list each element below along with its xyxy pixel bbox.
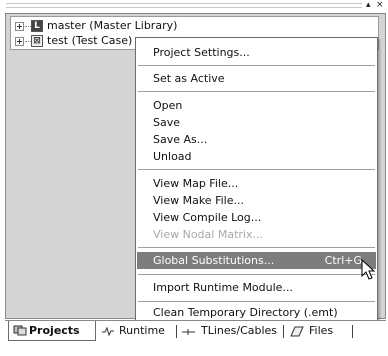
tab-files[interactable]: Files xyxy=(290,321,333,341)
menu-separator xyxy=(138,301,375,302)
library-icon: L xyxy=(31,20,43,32)
files-icon xyxy=(290,326,304,336)
expand-icon[interactable] xyxy=(15,22,24,31)
menu-item-global-substitutions[interactable]: Global Substitutions... Ctrl+G xyxy=(137,252,376,269)
menu-item-save-as[interactable]: Save As... xyxy=(137,131,376,148)
tab-label: Files xyxy=(309,324,334,337)
drag-grip[interactable] xyxy=(6,3,362,8)
menu-item-import-runtime-module[interactable]: Import Runtime Module... xyxy=(137,279,376,296)
tab-runtime[interactable]: Runtime xyxy=(101,321,165,341)
tree-item-label: master (Master Library) xyxy=(47,19,178,32)
menu-item-label: Global Substitutions... xyxy=(153,254,275,267)
tab-tlines-cables[interactable]: TLines/Cables xyxy=(182,321,277,341)
menu-item-clean-temporary-directory[interactable]: Clean Temporary Directory (.emt) xyxy=(137,304,376,321)
runtime-icon xyxy=(102,326,114,336)
panel-titlebar: ▴ × xyxy=(0,0,388,12)
menu-item-view-nodal-matrix: View Nodal Matrix... xyxy=(153,228,263,241)
menu-item-save[interactable]: Save xyxy=(137,114,376,131)
menu-item-view-map-file[interactable]: View Map File... xyxy=(137,175,376,192)
menu-item-shortcut: Ctrl+G xyxy=(324,254,362,267)
context-menu: Project Settings... Set as Active Open S… xyxy=(135,37,378,322)
menu-separator xyxy=(138,65,375,66)
tab-label: Runtime xyxy=(119,324,165,337)
menu-item-set-as-active[interactable]: Set as Active xyxy=(137,70,376,87)
menu-item-view-compile-log[interactable]: View Compile Log... xyxy=(137,209,376,226)
menu-item-open[interactable]: Open xyxy=(137,97,376,114)
tlines-icon xyxy=(182,328,195,335)
tree-item-label: test (Test Case) xyxy=(47,34,133,47)
menu-item-unload[interactable]: Unload xyxy=(137,148,376,165)
close-icon[interactable]: × xyxy=(376,0,384,11)
tab-label: TLines/Cables xyxy=(201,324,278,337)
menu-separator xyxy=(138,91,375,92)
projects-icon xyxy=(13,325,27,336)
menu-item-view-make-file[interactable]: View Make File... xyxy=(137,192,376,209)
tab-projects[interactable]: Projects xyxy=(8,321,96,341)
menu-separator xyxy=(138,274,375,275)
pin-icon[interactable]: ▴ xyxy=(366,0,371,11)
menu-separator xyxy=(138,247,375,248)
mouse-pointer-icon xyxy=(361,259,376,280)
expand-icon[interactable] xyxy=(15,37,24,46)
tab-label: Projects xyxy=(29,323,80,337)
test-case-icon: ⊠ xyxy=(31,35,43,47)
panel-tab-bar: Projects Runtime TLines/Cables Files xyxy=(5,320,386,342)
menu-separator xyxy=(138,169,375,170)
menu-item-project-settings[interactable]: Project Settings... xyxy=(137,44,376,61)
